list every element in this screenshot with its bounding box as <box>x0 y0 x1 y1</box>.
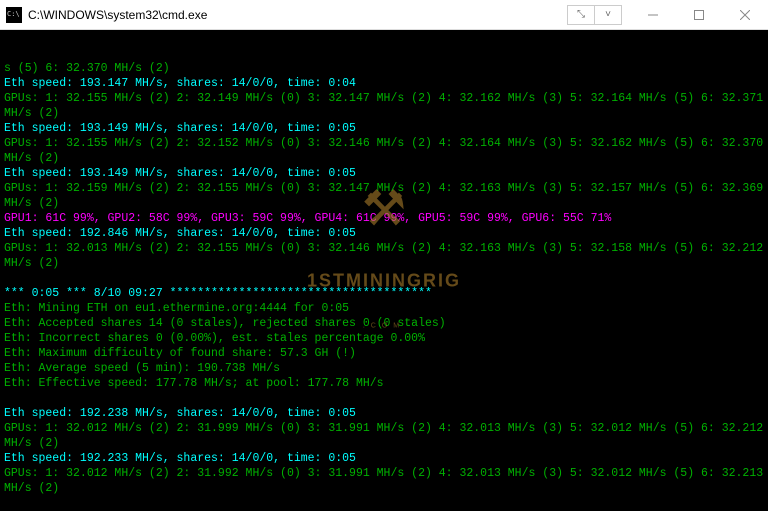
terminal-line: GPUs: 1: 32.012 MH/s (2) 2: 31.999 MH/s … <box>4 422 768 450</box>
extra-controls: ⤡ ˅ <box>568 5 622 25</box>
watermark-text: 1STMININGRIG <box>307 273 461 288</box>
minimize-button[interactable] <box>630 0 676 30</box>
terminal-output[interactable]: ⚒ 1STMININGRIG .COM s (5) 6: 32.370 MH/s… <box>0 30 768 511</box>
terminal-line: GPUs: 1: 32.012 MH/s (2) 2: 31.992 MH/s … <box>4 467 768 495</box>
window-title: C:\WINDOWS\system32\cmd.exe <box>28 8 568 22</box>
terminal-line: s (5) 6: 32.370 MH/s (2) <box>4 62 170 75</box>
cmd-icon <box>6 7 22 23</box>
terminal-line: Eth speed: 193.147 MH/s, shares: 14/0/0,… <box>4 77 356 90</box>
maximize-button[interactable] <box>676 0 722 30</box>
terminal-line: GPUs: 1: 32.155 MH/s (2) 2: 32.152 MH/s … <box>4 137 768 165</box>
terminal-line: GPU1: 61C 99%, GPU2: 58C 99%, GPU3: 59C … <box>4 212 611 225</box>
terminal-line: Eth: Accepted shares 14 (0 stales), reje… <box>4 317 446 330</box>
terminal-line: Eth: Maximum difficulty of found share: … <box>4 347 356 360</box>
terminal-line: GPUs: 1: 32.013 MH/s (2) 2: 32.155 MH/s … <box>4 242 768 270</box>
close-button[interactable] <box>722 0 768 30</box>
titlebar: C:\WINDOWS\system32\cmd.exe ⤡ ˅ <box>0 0 768 30</box>
terminal-line: Eth speed: 192.238 MH/s, shares: 14/0/0,… <box>4 407 356 420</box>
terminal-line: Eth: Effective speed: 177.78 MH/s; at po… <box>4 377 384 390</box>
terminal-line: Eth speed: 193.149 MH/s, shares: 14/0/0,… <box>4 167 356 180</box>
terminal-line: Eth: Incorrect shares 0 (0.00%), est. st… <box>4 332 425 345</box>
terminal-line: GPUs: 1: 32.155 MH/s (2) 2: 32.149 MH/s … <box>4 92 768 120</box>
dropdown-icon[interactable]: ˅ <box>594 5 622 25</box>
window-controls <box>630 0 768 30</box>
terminal-line: *** 0:05 *** 8/10 09:27 ****************… <box>4 287 432 300</box>
terminal-line: Eth speed: 192.233 MH/s, shares: 14/0/0,… <box>4 452 356 465</box>
terminal-line: GPUs: 1: 32.159 MH/s (2) 2: 32.155 MH/s … <box>4 182 768 210</box>
terminal-line: Eth speed: 192.846 MH/s, shares: 14/0/0,… <box>4 227 356 240</box>
terminal-line: Eth speed: 193.149 MH/s, shares: 14/0/0,… <box>4 122 356 135</box>
terminal-line: Eth: Average speed (5 min): 190.738 MH/s <box>4 362 280 375</box>
resize-grip-icon[interactable]: ⤡ <box>567 5 595 25</box>
terminal-line: Eth: Mining ETH on eu1.ethermine.org:444… <box>4 302 349 315</box>
